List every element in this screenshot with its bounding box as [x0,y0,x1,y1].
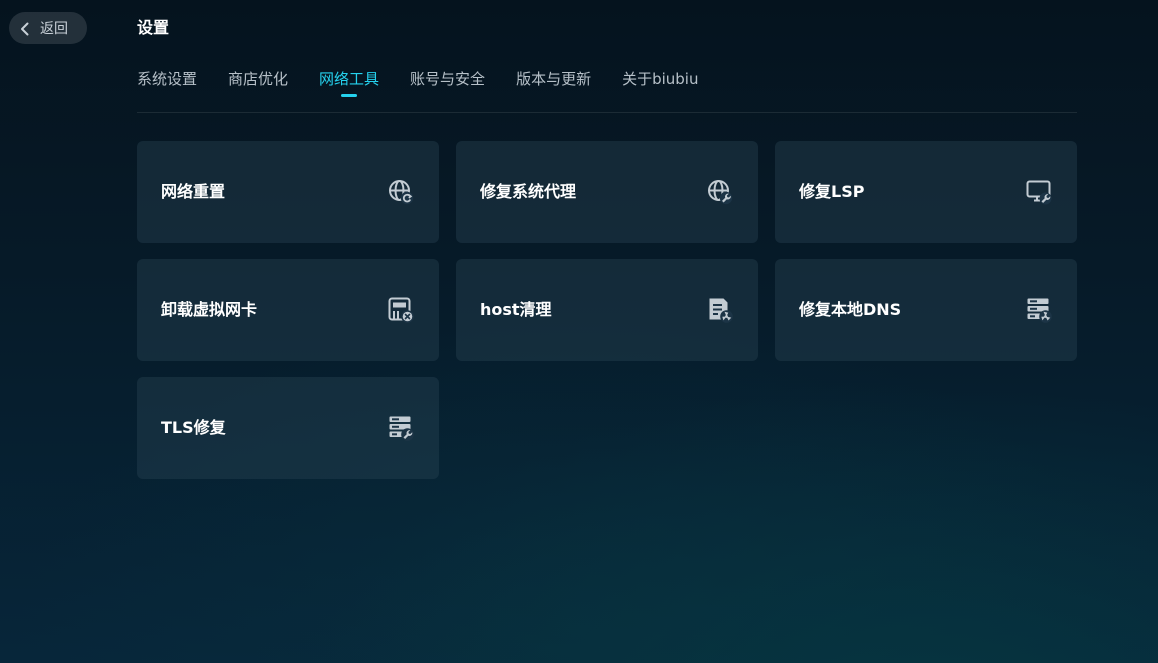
tab-bar: 系统设置 商店优化 网络工具 账号与安全 版本与更新 关于biubiu [137,68,729,98]
tab-divider [137,112,1077,113]
server-wrench-icon [388,415,414,441]
back-button[interactable]: 返回 [9,12,87,44]
fix-lsp-card[interactable]: 修复LSP [775,141,1077,243]
uninstall-virtual-nic-card[interactable]: 卸载虚拟网卡 [137,259,439,361]
tab-label: 系统设置 [137,70,198,88]
card-label: TLS修复 [161,418,226,437]
tab-network-tools[interactable]: 网络工具 [319,68,379,98]
globe-wrench-icon [707,179,733,205]
tab-label: 商店优化 [228,70,289,88]
fix-system-proxy-card[interactable]: 修复系统代理 [456,141,758,243]
fix-local-dns-card[interactable]: 修复本地DNS [775,259,1077,361]
file-clean-icon [707,297,733,323]
network-reset-card[interactable]: 网络重置 [137,141,439,243]
tab-label: 网络工具 [319,70,380,88]
tab-about[interactable]: 关于biubiu [622,68,698,98]
tab-store-optimization[interactable]: 商店优化 [228,68,288,98]
page-title: 设置 [137,18,170,37]
tab-account-security[interactable]: 账号与安全 [410,68,485,98]
card-label: host清理 [480,300,552,319]
card-label: 卸载虚拟网卡 [161,300,258,319]
card-label: 网络重置 [161,182,226,201]
tls-repair-card[interactable]: TLS修复 [137,377,439,479]
globe-refresh-icon [388,179,414,205]
tab-version-update[interactable]: 版本与更新 [516,68,591,98]
tab-label: 账号与安全 [410,70,486,88]
card-label: 修复本地DNS [799,300,902,319]
tab-label: 版本与更新 [516,70,592,88]
active-tab-indicator [341,94,358,97]
back-label: 返回 [40,21,68,37]
chevron-left-icon [19,21,31,36]
network-card-remove-icon [388,297,414,323]
monitor-wrench-icon [1026,179,1052,205]
card-label: 修复LSP [799,182,865,201]
card-label: 修复系统代理 [480,182,577,201]
host-cleanup-card[interactable]: host清理 [456,259,758,361]
tab-label: 关于biubiu [622,70,699,88]
tab-system-settings[interactable]: 系统设置 [137,68,197,98]
server-clean-icon [1026,297,1052,323]
